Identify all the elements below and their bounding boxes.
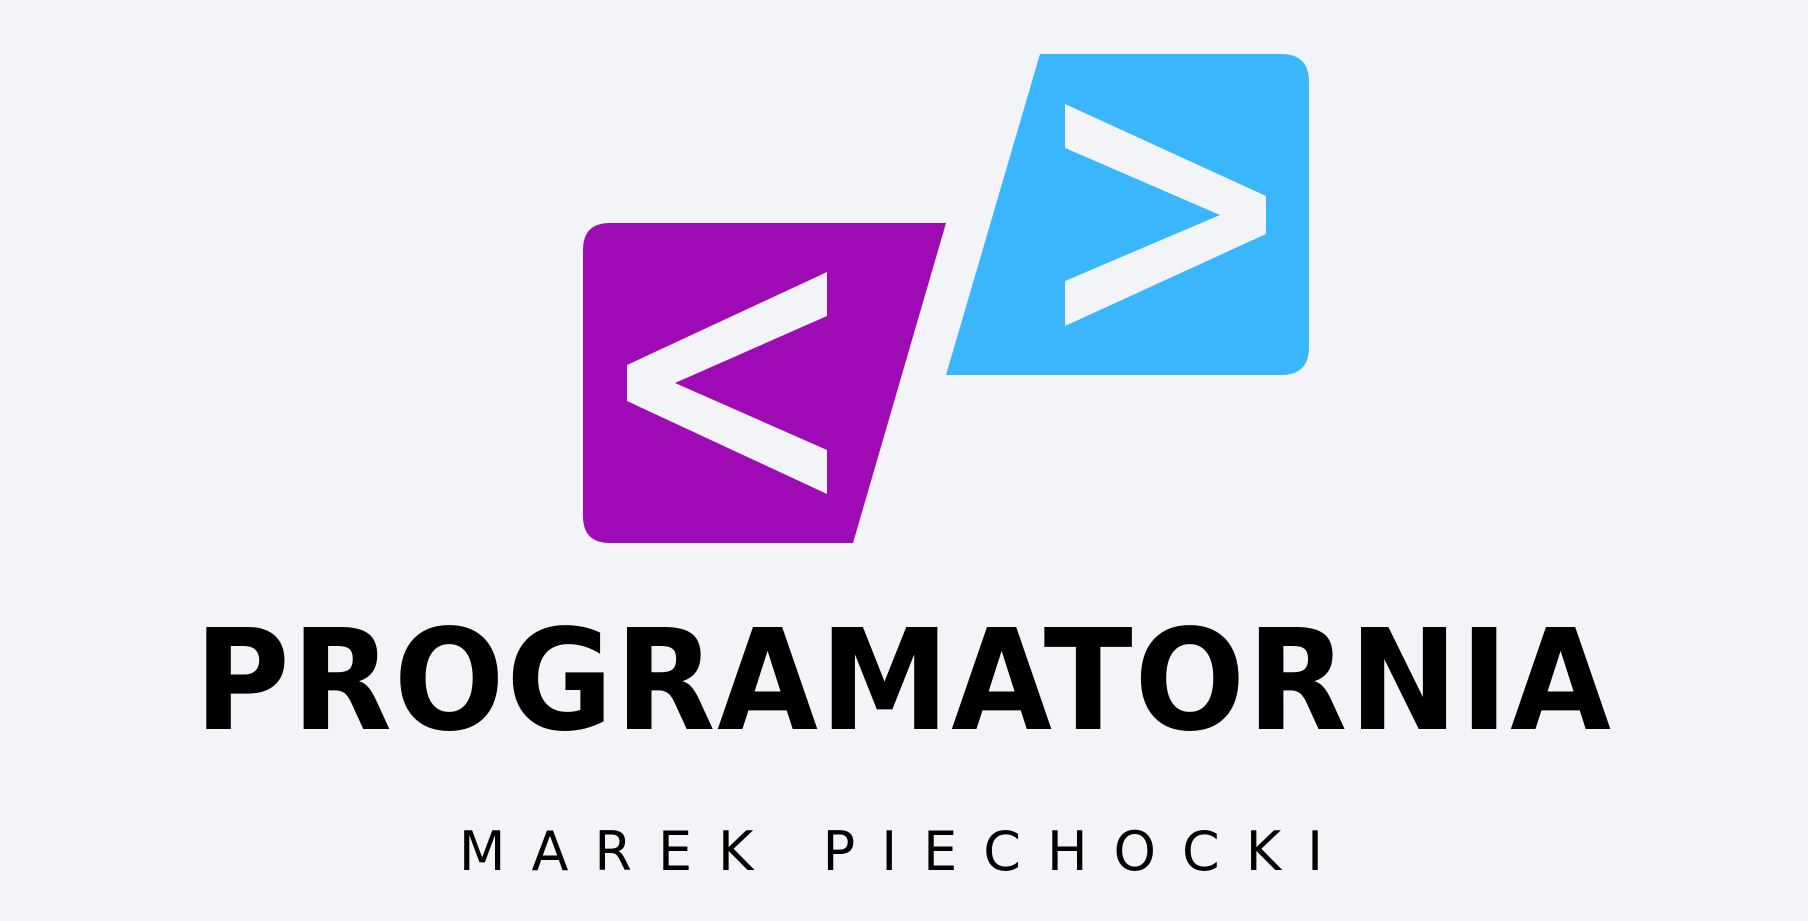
brand-wordmark: PROGRAMATORNIA bbox=[0, 612, 1808, 752]
author-name: MAREK PIECHOCKI bbox=[458, 820, 1350, 883]
logo-page: PROGRAMATORNIA MAREK PIECHOCKI bbox=[0, 0, 1808, 921]
brand-name: PROGRAMATORNIA bbox=[194, 600, 1614, 763]
code-brackets-icon bbox=[583, 54, 1309, 543]
